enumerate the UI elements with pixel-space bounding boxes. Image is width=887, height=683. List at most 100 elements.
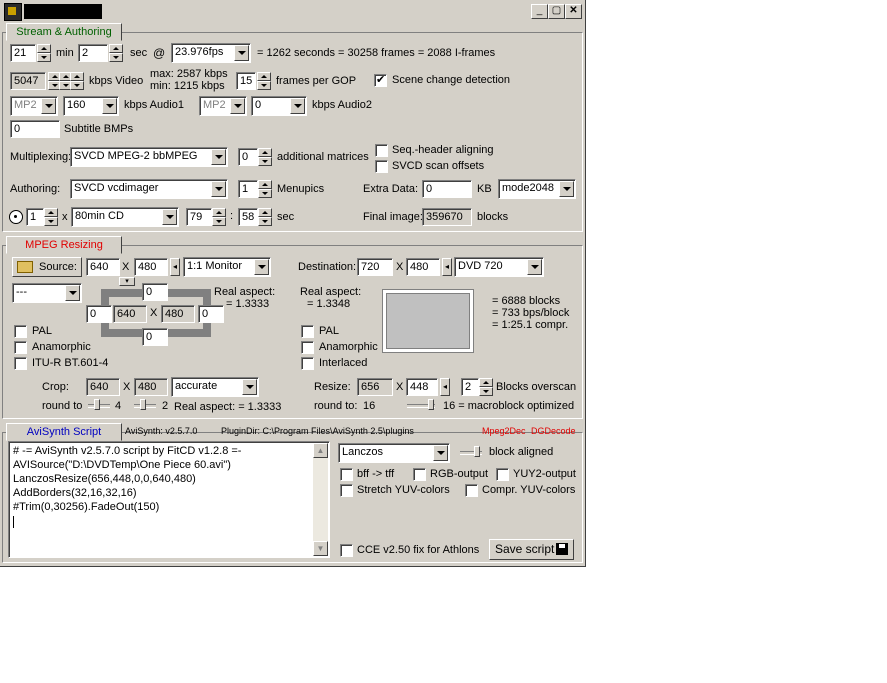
audio2-kbps-value: 0: [255, 99, 262, 111]
gop-field[interactable]: 15: [236, 72, 256, 90]
source-height-field[interactable]: 480: [134, 258, 168, 276]
mode-select[interactable]: mode2048: [498, 179, 576, 199]
anamorphic-checkbox[interactable]: [14, 341, 27, 354]
border-top-field[interactable]: 0: [142, 283, 168, 301]
disc-count-field[interactable]: 1: [26, 208, 44, 226]
resize-label: Resize:: [314, 381, 351, 393]
at-label: @: [153, 46, 166, 60]
menupics-spinner[interactable]: [258, 180, 272, 198]
cce-checkbox[interactable]: [340, 544, 353, 557]
fps-select[interactable]: 23.976fps: [171, 43, 251, 63]
audio1-codec-select[interactable]: MP2: [10, 96, 58, 116]
seq-header-checkbox[interactable]: [375, 144, 388, 157]
folder-icon: [17, 261, 33, 274]
subtitle-field[interactable]: 0: [10, 120, 60, 138]
dgdecode-label[interactable]: DGDecode: [531, 426, 576, 436]
matrices-field[interactable]: 0: [238, 148, 258, 166]
dest-height-field[interactable]: 480: [406, 258, 440, 276]
authoring-label: Authoring:: [10, 183, 61, 195]
disc-sec-field[interactable]: 58: [238, 208, 258, 226]
resize-height-field[interactable]: 448: [406, 378, 438, 396]
resize-left-arrow[interactable]: ◂: [440, 378, 450, 396]
mpeg2dec-label[interactable]: Mpeg2Dec: [482, 426, 526, 436]
pal-checkbox[interactable]: [14, 325, 27, 338]
scene-change-checkbox[interactable]: [374, 73, 387, 87]
roundto2-label: round to:: [314, 400, 358, 412]
overscan-spinner[interactable]: [479, 378, 493, 396]
destination-label: Destination:: [298, 261, 357, 273]
audio1-codec-value: MP2: [14, 99, 37, 111]
disc-min-spinner[interactable]: [212, 208, 226, 226]
audio2-kbps-select[interactable]: 0: [251, 96, 307, 116]
crop-mode-select[interactable]: accurate: [171, 377, 259, 397]
close-button[interactable]: ✕: [565, 4, 582, 19]
svcd-scan-checkbox[interactable]: [375, 160, 388, 173]
source-width-field[interactable]: 640: [86, 258, 120, 276]
stretch-checkbox[interactable]: [340, 484, 353, 497]
round-a-thumb[interactable]: [94, 399, 100, 410]
rgb-checkbox[interactable]: [413, 468, 426, 481]
border-right-field[interactable]: 0: [198, 305, 224, 323]
round-c-thumb[interactable]: [428, 399, 434, 410]
aspect-preset-select[interactable]: ---: [12, 283, 82, 303]
source-button[interactable]: Source:: [12, 257, 82, 277]
redacted-title: [24, 4, 102, 19]
dest-left-arrow[interactable]: ◂: [442, 258, 452, 276]
dest-anamorphic-checkbox[interactable]: [301, 341, 314, 354]
maximize-button[interactable]: ▢: [548, 4, 565, 19]
chevron-down-icon: [527, 259, 542, 275]
dest-preset-select[interactable]: DVD 720: [454, 257, 544, 277]
monitor-select[interactable]: 1:1 Monitor: [183, 257, 271, 277]
border-left-field[interactable]: 0: [86, 305, 112, 323]
audio2-codec-select[interactable]: MP2: [199, 96, 247, 116]
macroblock-label: 16 = macroblock optimized: [443, 400, 575, 412]
block-aligned-thumb[interactable]: [474, 446, 480, 457]
fps-value: 23.976fps: [175, 46, 224, 58]
round-b-thumb[interactable]: [140, 399, 146, 410]
mux-select[interactable]: SVCD MPEG-2 bbMPEG: [70, 147, 228, 167]
border-bottom-field[interactable]: 0: [142, 328, 168, 346]
duration-min-spinner[interactable]: [37, 44, 51, 62]
video-kbps-spinners[interactable]: [48, 72, 84, 90]
disc-type-select[interactable]: 80min CD: [71, 207, 179, 227]
itu-checkbox[interactable]: [14, 357, 27, 370]
duration-min-field[interactable]: 21: [10, 44, 36, 62]
gop-spinner[interactable]: [257, 72, 271, 90]
stretch-label: Stretch YUV-colors: [357, 484, 450, 496]
tab-avisynth-script[interactable]: AviSynth Script: [6, 423, 122, 441]
tab-stream-authoring[interactable]: Stream & Authoring: [6, 23, 122, 41]
yuy2-checkbox[interactable]: [496, 468, 509, 481]
dest-pal-checkbox[interactable]: [301, 325, 314, 338]
authoring-select[interactable]: SVCD vcdimager: [70, 179, 228, 199]
script-scrollbar[interactable]: ▲ ▼: [313, 443, 328, 556]
chevron-down-icon: [230, 98, 245, 114]
disc-count-spinner[interactable]: [44, 208, 58, 226]
resizer-select[interactable]: Lanczos: [338, 443, 450, 463]
disc-min-field[interactable]: 79: [186, 208, 212, 226]
duration-sec-field[interactable]: 2: [78, 44, 108, 62]
matrices-spinner[interactable]: [258, 148, 272, 166]
source-down-arrow[interactable]: ▾: [119, 277, 135, 286]
real-aspect-dst-value: = 1.3348: [307, 298, 351, 310]
minimize-button[interactable]: _: [531, 4, 548, 19]
save-script-button[interactable]: Save script: [489, 539, 574, 560]
audio1-kbps-select[interactable]: 160: [63, 96, 119, 116]
roundto-label: round to: [42, 400, 83, 412]
tab-mpeg-resizing[interactable]: MPEG Resizing: [6, 236, 122, 254]
overscan-field[interactable]: 2: [461, 378, 479, 396]
bff-checkbox[interactable]: [340, 468, 353, 481]
source-left-arrow[interactable]: ◂: [170, 258, 180, 276]
dest-width-field[interactable]: 720: [357, 258, 393, 276]
scroll-down-button[interactable]: ▼: [313, 541, 328, 556]
video-kbps-field[interactable]: 5047: [10, 72, 46, 90]
scroll-up-button[interactable]: ▲: [313, 443, 328, 458]
duration-sec-spinner[interactable]: [109, 44, 123, 62]
interlaced-checkbox[interactable]: [301, 357, 314, 370]
overscan-label: Blocks overscan: [496, 381, 577, 393]
mux-label: Multiplexing:: [10, 151, 72, 163]
disc-sec-spinner[interactable]: [258, 208, 272, 226]
menupics-field[interactable]: 1: [238, 180, 258, 198]
script-editor[interactable]: # -= AviSynth v2.5.7.0 script by FitCD v…: [8, 441, 330, 558]
extra-data-field[interactable]: 0: [422, 180, 472, 198]
compr-checkbox[interactable]: [465, 484, 478, 497]
